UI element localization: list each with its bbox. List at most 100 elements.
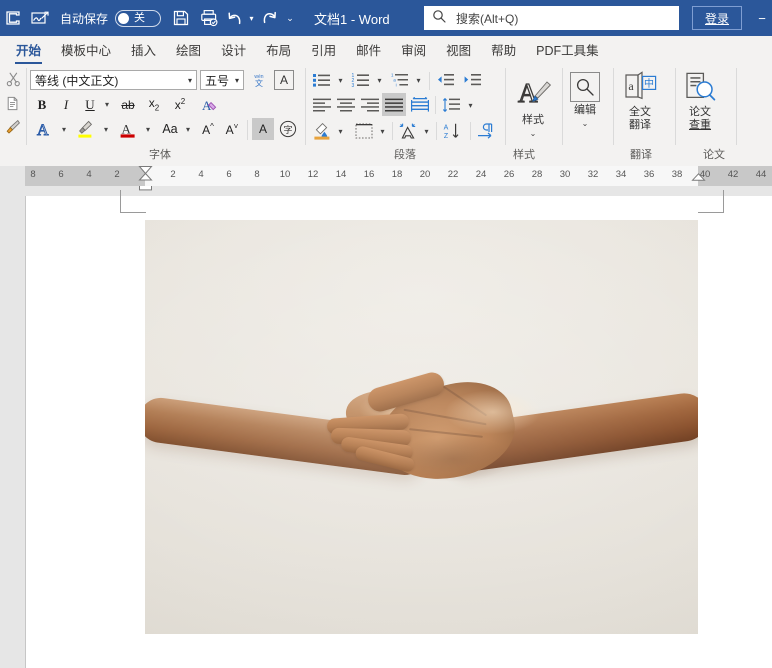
styles-dropdown-icon[interactable]: ⌄	[508, 126, 558, 140]
tab-view[interactable]: 视图	[436, 38, 481, 66]
word-window: 自动保存 关 ▾ ⌄ 文档1 - Word 搜索(Alt+Q) 登录 − 开始 …	[0, 0, 772, 668]
phonetic-guide-icon[interactable]: wén 文	[248, 70, 270, 90]
tab-pdf-tools[interactable]: PDF工具集	[526, 38, 609, 66]
distribute-icon[interactable]	[408, 94, 432, 116]
underline-dropdown-icon[interactable]: ▾	[100, 94, 114, 115]
font-size-value: 五号	[205, 73, 230, 88]
change-case-icon[interactable]: Aa	[157, 118, 183, 140]
plagiarism-check-icon[interactable]	[682, 70, 718, 104]
tab-label: 插入	[131, 44, 157, 58]
redo-icon[interactable]	[259, 5, 279, 31]
find-icon[interactable]	[570, 72, 600, 102]
document-area[interactable]	[0, 186, 772, 668]
multilevel-list-dropdown-icon[interactable]: ▾	[412, 70, 425, 90]
clear-formatting-icon[interactable]: A	[196, 94, 222, 115]
sort-icon[interactable]: A Z	[440, 120, 466, 142]
tab-review[interactable]: 审阅	[391, 38, 436, 66]
tab-insert[interactable]: 插入	[121, 38, 166, 66]
tab-template-center[interactable]: 模板中心	[51, 38, 121, 66]
borders-icon[interactable]	[352, 120, 376, 142]
decrease-indent-icon[interactable]	[434, 70, 458, 90]
font-color-dropdown-icon[interactable]: ▾	[141, 118, 155, 140]
styles-icon[interactable]: A	[512, 72, 554, 114]
chevron-down-icon[interactable]: ▾	[235, 76, 239, 85]
tab-start[interactable]: 开始	[6, 38, 51, 66]
multilevel-list-icon[interactable]: 1 a i	[388, 70, 412, 90]
tab-design[interactable]: 设计	[211, 38, 256, 66]
search-box[interactable]: 搜索(Alt+Q)	[424, 6, 679, 30]
undo-icon[interactable]	[224, 5, 244, 31]
justify-icon[interactable]	[382, 93, 406, 116]
font-color-icon[interactable]: A	[115, 118, 141, 140]
signature-icon[interactable]	[27, 5, 53, 31]
superscript-button[interactable]: x2	[168, 94, 192, 115]
minimize-icon[interactable]: −	[752, 0, 772, 36]
autosave-label: 自动保存	[60, 11, 109, 26]
image-vignette	[145, 220, 698, 634]
subscript-button[interactable]: x2	[142, 94, 166, 115]
group-separator	[305, 68, 306, 152]
translate-icon[interactable]: a 中	[622, 70, 658, 104]
horizontal-ruler[interactable]: 8 6 4 2 2 4 6 8 10 12 14 16 18 20 22 24 …	[0, 166, 772, 186]
bullet-list-dropdown-icon[interactable]: ▾	[334, 70, 347, 90]
shrink-font-icon[interactable]: A˅	[220, 118, 244, 140]
line-spacing-icon[interactable]	[440, 94, 464, 116]
text-effects-dropdown-icon[interactable]: ▾	[57, 118, 71, 140]
right-indent-marker[interactable]	[691, 173, 706, 186]
underline-button[interactable]: U	[79, 94, 101, 115]
group-label-font: 字体	[149, 149, 171, 161]
asian-layout-dropdown-icon[interactable]: ▾	[420, 120, 433, 142]
align-center-icon[interactable]	[334, 94, 358, 116]
save-icon[interactable]	[168, 5, 194, 31]
signin-button[interactable]: 登录	[692, 6, 742, 30]
asian-layout-icon[interactable]	[396, 120, 420, 142]
numbered-list-icon[interactable]: 1 2 3	[349, 70, 373, 90]
ruler-number: 12	[307, 169, 319, 180]
italic-button[interactable]: I	[55, 94, 77, 115]
numbered-list-dropdown-icon[interactable]: ▾	[373, 70, 386, 90]
borders-dropdown-icon[interactable]: ▾	[376, 120, 389, 142]
line-spacing-dropdown-icon[interactable]: ▾	[464, 94, 477, 116]
show-paragraph-marks-icon[interactable]	[474, 120, 498, 142]
svg-text:中: 中	[644, 77, 654, 90]
tab-references[interactable]: 引用	[301, 38, 346, 66]
character-border-icon[interactable]: A	[274, 70, 294, 90]
paragraph-inner-separator-4	[436, 122, 437, 140]
chevron-down-icon[interactable]: ▾	[188, 76, 192, 85]
cut-icon[interactable]	[2, 68, 24, 90]
change-case-dropdown-icon[interactable]: ▾	[181, 118, 195, 140]
ruler-number: 34	[615, 169, 627, 180]
text-effects-icon[interactable]: A	[31, 118, 57, 140]
text-shading-icon[interactable]: A	[252, 118, 274, 140]
bullet-list-icon[interactable]	[310, 70, 334, 90]
font-name-combo[interactable]: 等线 (中文正文) ▾	[30, 70, 197, 90]
document-image[interactable]	[145, 220, 698, 634]
copy-icon[interactable]	[2, 92, 24, 114]
customize-qat-icon[interactable]: ⌄	[281, 5, 299, 31]
increase-indent-icon[interactable]	[461, 70, 485, 90]
format-painter-icon[interactable]	[2, 116, 24, 138]
highlight-dropdown-icon[interactable]: ▾	[99, 118, 113, 140]
tab-mailings[interactable]: 邮件	[346, 38, 391, 66]
tab-help[interactable]: 帮助	[481, 38, 526, 66]
print-preview-icon[interactable]	[196, 5, 222, 31]
font-size-combo[interactable]: 五号 ▾	[200, 70, 244, 90]
grow-font-icon[interactable]: A^	[196, 118, 220, 140]
tab-draw[interactable]: 绘图	[166, 38, 211, 66]
bold-button[interactable]: B	[31, 94, 53, 115]
shading-icon[interactable]	[310, 120, 334, 142]
highlight-icon[interactable]	[73, 118, 99, 140]
align-left-icon[interactable]	[310, 94, 334, 116]
undo-dropdown-icon[interactable]: ▾	[246, 5, 257, 31]
strikethrough-button[interactable]: ab	[116, 94, 140, 115]
align-right-icon[interactable]	[358, 94, 382, 116]
document-title: 文档1 - Word	[314, 11, 390, 27]
autosave-control[interactable]: 自动保存 关	[60, 9, 162, 27]
editing-dropdown-icon[interactable]: ⌄	[560, 116, 610, 130]
enclose-character-icon[interactable]: 字	[276, 118, 300, 140]
left-indent-marker[interactable]	[138, 166, 153, 186]
autosave-toggle[interactable]: 关	[115, 9, 162, 27]
tab-layout[interactable]: 布局	[256, 38, 301, 66]
vertical-ruler[interactable]	[0, 186, 25, 668]
shading-dropdown-icon[interactable]: ▾	[334, 120, 347, 142]
